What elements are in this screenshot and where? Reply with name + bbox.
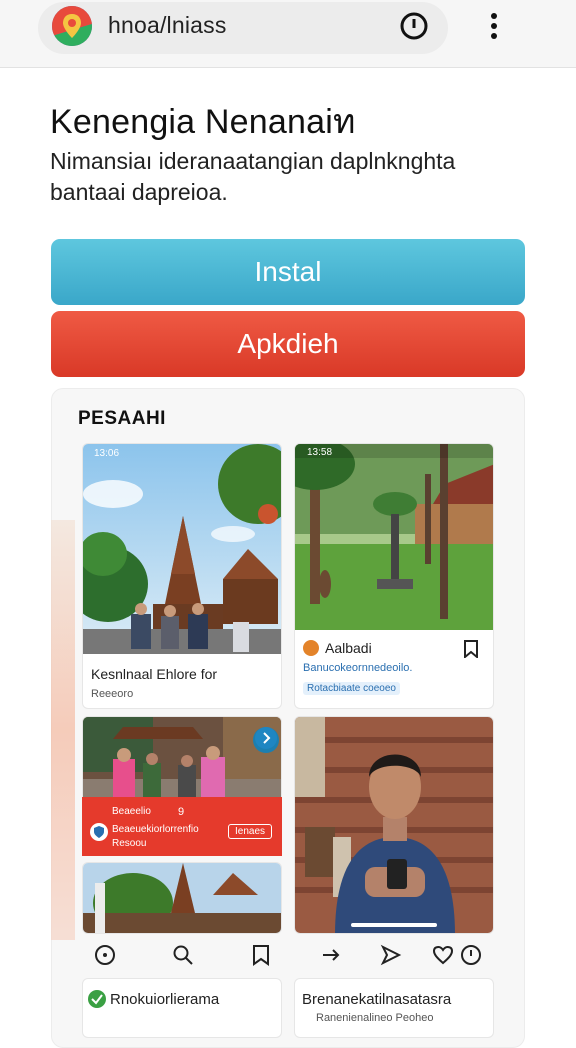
street-photo xyxy=(83,717,281,799)
person-photo xyxy=(295,717,493,933)
more-vertical-icon[interactable] xyxy=(480,10,508,42)
card-title: Aalbadi xyxy=(325,640,372,656)
browser-toolbar: hnoa/lniass xyxy=(0,0,576,68)
screenshot-card-temple[interactable]: Kesnlnaal Ehlore for Reeeoro xyxy=(82,443,282,709)
open-button[interactable]: Apkdieh xyxy=(51,311,525,377)
card-line: Banucokeornnedeoilo. xyxy=(303,662,413,674)
chevron-right-icon[interactable] xyxy=(255,727,277,749)
info-icon[interactable] xyxy=(94,944,116,966)
bottom-card-right[interactable] xyxy=(294,978,494,1038)
promo-line: Beaeuekiorlorrenfio xyxy=(112,824,199,835)
promo-sub: Resoou xyxy=(112,838,147,849)
install-button[interactable]: Instal xyxy=(51,239,525,305)
screenshot-card-garden[interactable]: 13:58 Aalbadi Banucokeornnedeoilo. Rotac… xyxy=(294,443,494,709)
bookmark-icon[interactable] xyxy=(463,640,479,663)
card-caption: Kesnlnaal Ehlore for xyxy=(91,666,218,682)
address-bar[interactable] xyxy=(38,2,448,54)
shield-icon xyxy=(90,823,108,841)
app-description: Nimansiaı ideranaatangian daplnknghta ba… xyxy=(50,148,456,205)
temple-small-photo xyxy=(83,863,281,933)
check-icon xyxy=(88,990,106,1008)
send-icon[interactable] xyxy=(380,944,402,966)
promo-badge: 9 xyxy=(178,806,185,818)
status-time: 13:06 xyxy=(94,448,120,459)
card-subcaption: Reeeoro xyxy=(91,688,134,700)
screenshot-card-person[interactable] xyxy=(294,716,494,934)
panel-edge-decoration xyxy=(51,520,75,940)
screenshots-title: PESAAHI xyxy=(78,408,166,429)
info-icon[interactable] xyxy=(460,944,482,966)
bottom-left-title: Rnokuiorlierama xyxy=(110,991,220,1008)
profile-icon xyxy=(303,640,319,656)
arrow-right-icon[interactable] xyxy=(320,944,342,966)
bottom-right-sub: Ranenienalineo Peoheo xyxy=(316,1012,434,1024)
url-text[interactable]: hnoa/lniass xyxy=(108,12,227,39)
bottom-card-left[interactable] xyxy=(82,978,282,1038)
tab-switcher-icon[interactable] xyxy=(398,10,430,42)
bookmark-icon[interactable] xyxy=(250,944,272,966)
promo-label: Beaeelio xyxy=(112,806,151,817)
screenshot-card-temple-small[interactable] xyxy=(82,862,282,934)
map-pin-icon xyxy=(52,6,92,46)
app-title: Kenengia Nenanaiท xyxy=(50,103,356,141)
bottom-right-title: Brenanekatilnasatasra xyxy=(302,991,452,1008)
heart-icon[interactable] xyxy=(432,944,454,966)
temple-photo xyxy=(83,444,281,654)
search-icon[interactable] xyxy=(172,944,194,966)
garden-photo xyxy=(295,444,493,630)
card-chip: Rotacbiaate coeoeo xyxy=(303,682,400,695)
promo-button[interactable]: Ienaes xyxy=(228,824,273,839)
status-time: 13:58 xyxy=(307,447,333,458)
